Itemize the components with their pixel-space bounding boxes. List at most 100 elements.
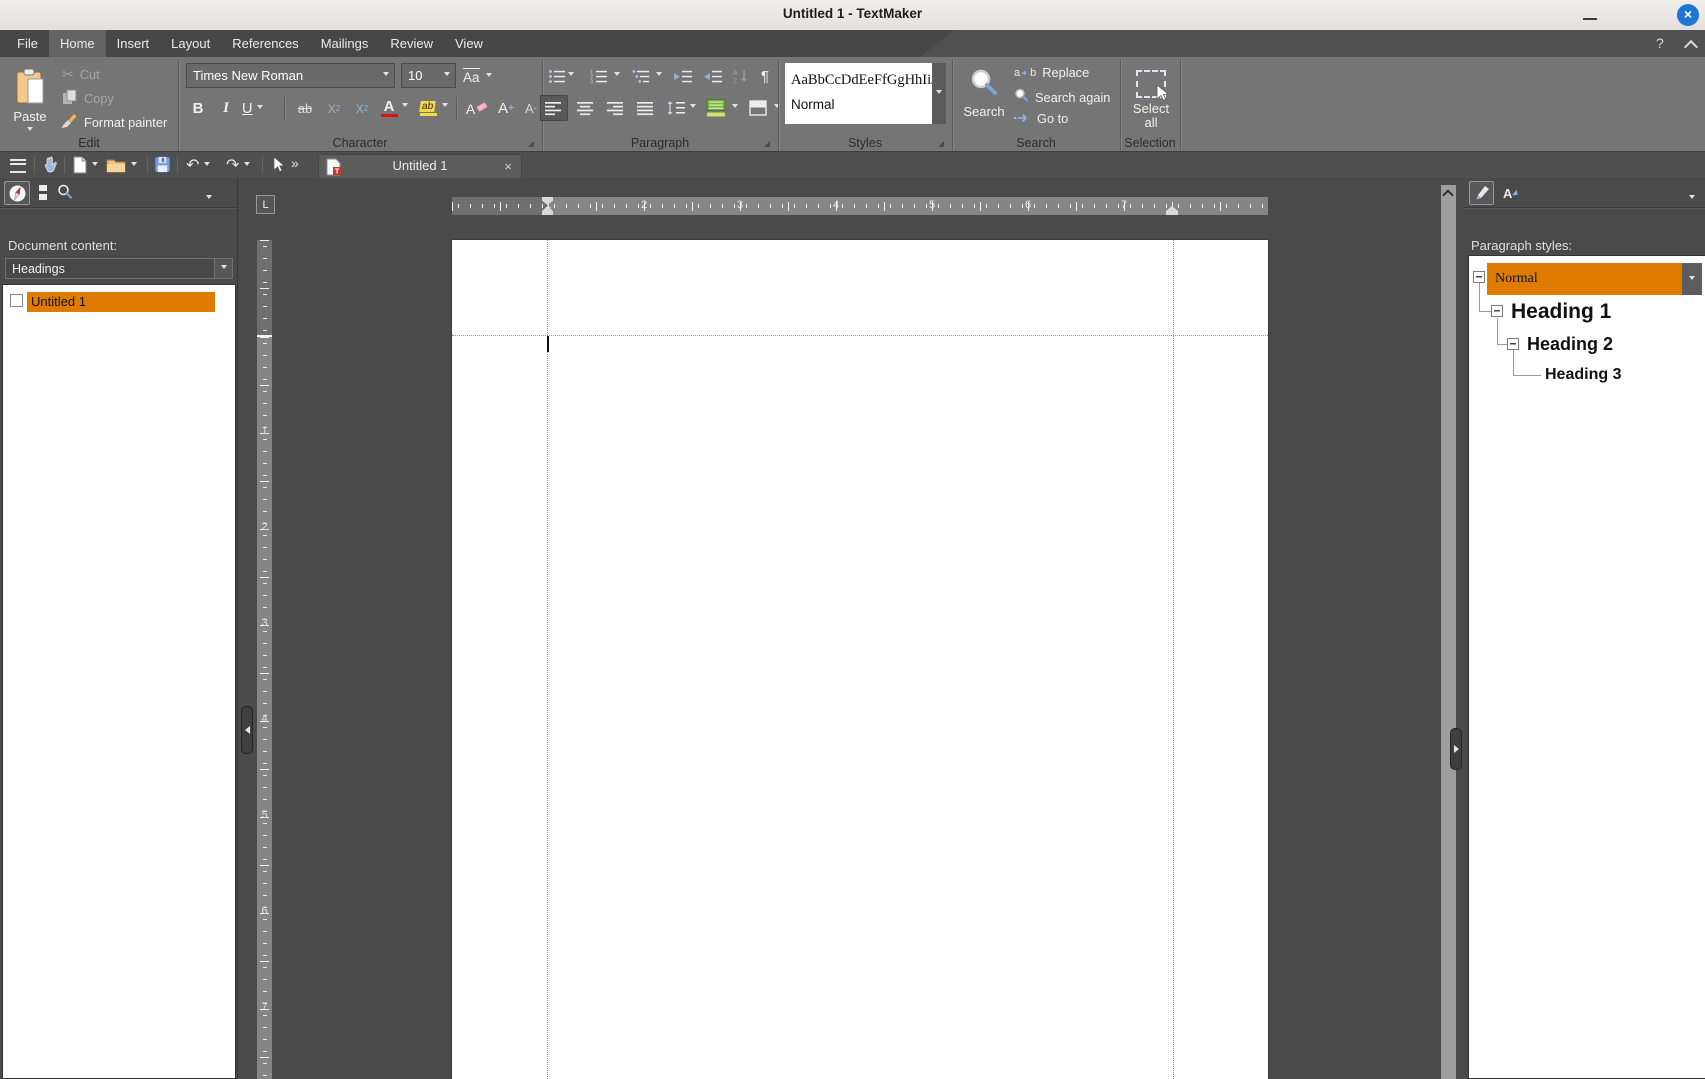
redo-button[interactable]: ↷ [226, 155, 250, 175]
content-list-item-selected[interactable]: Untitled 1 [27, 292, 215, 312]
style-item-normal[interactable]: Normal [1487, 263, 1682, 295]
styles-panel-options-caret[interactable] [1689, 190, 1695, 205]
touch-mode-button[interactable] [42, 156, 58, 174]
numbered-list-caret[interactable] [614, 72, 620, 79]
line-spacing-caret[interactable] [690, 104, 696, 111]
style-preview-box[interactable]: AaBbCcDdEeFfGgHhIiJj Normal [785, 63, 932, 124]
help-icon[interactable]: ? [1656, 35, 1664, 51]
item-checkbox[interactable] [10, 294, 23, 307]
superscript-button[interactable]: X2 [350, 96, 374, 121]
style-item-heading1[interactable]: Heading 1 [1511, 300, 1611, 324]
tab-view[interactable]: View [444, 30, 494, 57]
bullet-list-button[interactable] [547, 64, 567, 88]
line-spacing-button[interactable] [664, 95, 688, 121]
right-panel-collapse-handle[interactable] [1450, 728, 1462, 770]
replace-button[interactable]: a b Replace [1014, 65, 1089, 80]
grow-font-button[interactable]: A + [494, 96, 518, 121]
style-item-caret[interactable] [1682, 263, 1702, 295]
format-painter-button[interactable]: Format painter [60, 112, 167, 132]
redo-caret[interactable] [244, 162, 250, 169]
strikethrough-button[interactable]: ab [292, 96, 318, 121]
highlight-caret[interactable] [442, 103, 448, 110]
paragraph-styles-tab-button[interactable] [1469, 181, 1494, 205]
styles-dialog-launcher[interactable] [938, 141, 944, 147]
underline-caret[interactable] [257, 105, 263, 112]
highlight-button[interactable]: ab [416, 96, 440, 121]
tab-review[interactable]: Review [379, 30, 444, 57]
tree-collapse-box[interactable] [1473, 271, 1485, 283]
bold-button[interactable]: B [186, 96, 210, 121]
change-case-button[interactable]: Aa [463, 65, 492, 87]
align-center-button[interactable] [572, 95, 600, 121]
sidebar-pages-button[interactable] [37, 184, 50, 204]
character-styles-tab-button[interactable]: A [1499, 181, 1523, 205]
tree-collapse-box[interactable] [1491, 305, 1503, 317]
multilevel-list-caret[interactable] [656, 72, 662, 79]
paste-button[interactable]: Paste [6, 61, 54, 141]
tab-insert[interactable]: Insert [106, 30, 161, 57]
style-item-heading2[interactable]: Heading 2 [1527, 334, 1613, 355]
search-again-button[interactable]: Search again [1014, 88, 1110, 106]
undo-caret[interactable] [204, 162, 210, 169]
document-page[interactable] [452, 240, 1268, 1079]
clear-formatting-button[interactable]: A [464, 96, 490, 121]
show-paragraph-marks-button[interactable]: ¶ [757, 64, 773, 88]
font-name-caret[interactable] [378, 72, 394, 79]
cut-button[interactable]: ✂ Cut [62, 66, 100, 83]
close-button[interactable]: × [1677, 4, 1699, 26]
sidebar-search-button[interactable] [57, 184, 73, 203]
new-document-caret[interactable] [92, 162, 98, 169]
new-document-button[interactable] [72, 156, 98, 174]
increase-indent-button[interactable] [671, 64, 695, 88]
font-size-combo[interactable]: 10 [401, 63, 456, 88]
copy-button[interactable]: Copy [62, 89, 114, 108]
vertical-ruler[interactable]: 1 2 3 4 5 6 7 [257, 240, 272, 1079]
font-color-button[interactable]: A [378, 96, 400, 121]
document-tab[interactable]: T Untitled 1 × [318, 154, 522, 178]
select-all-button[interactable]: Select all [1124, 62, 1178, 138]
save-button[interactable] [154, 156, 171, 173]
minimize-button[interactable] [1583, 18, 1597, 20]
underline-button[interactable]: U [242, 96, 263, 121]
content-filter-combo[interactable]: Headings [5, 258, 233, 279]
undo-button[interactable]: ↶ [186, 155, 210, 175]
object-mode-button[interactable] [271, 156, 285, 173]
search-button[interactable]: Search [956, 62, 1012, 124]
font-color-caret[interactable] [402, 103, 408, 110]
goto-button[interactable]: Go to [1014, 111, 1068, 126]
paragraph-dialog-launcher[interactable] [764, 141, 770, 147]
bullet-list-caret[interactable] [568, 72, 574, 79]
justify-button[interactable] [632, 95, 660, 121]
numbered-list-button[interactable]: 123 [588, 64, 610, 88]
tab-layout[interactable]: Layout [160, 30, 221, 57]
style-item-heading3[interactable]: Heading 3 [1545, 366, 1621, 384]
character-dialog-launcher[interactable] [528, 141, 534, 147]
open-caret[interactable] [131, 162, 137, 169]
open-button[interactable] [106, 157, 137, 173]
horizontal-ruler[interactable]: 1 2 3 4 5 6 7 [452, 197, 1268, 215]
sidebar-navigator-button[interactable] [4, 181, 30, 205]
tab-file[interactable]: File [6, 30, 49, 57]
tab-references[interactable]: References [221, 30, 309, 57]
main-menu-button[interactable] [10, 159, 26, 173]
tab-close-icon[interactable]: × [504, 159, 512, 174]
sort-button[interactable]: AZ [731, 64, 751, 88]
font-name-combo[interactable]: Times New Roman [186, 63, 395, 88]
tree-collapse-box[interactable] [1507, 338, 1519, 350]
shading-caret[interactable] [732, 104, 738, 111]
italic-button[interactable]: I [214, 96, 238, 121]
tab-mailings[interactable]: Mailings [310, 30, 380, 57]
borders-button[interactable] [746, 95, 770, 121]
tab-stop-selector[interactable]: L [256, 195, 275, 214]
vertical-scrollbar[interactable] [1441, 185, 1456, 1079]
content-filter-caret[interactable] [214, 259, 232, 278]
align-left-button[interactable] [540, 95, 568, 121]
shrink-font-button[interactable]: A - [520, 96, 542, 121]
left-panel-collapse-handle[interactable] [241, 706, 253, 754]
tab-home[interactable]: Home [49, 30, 106, 57]
align-right-button[interactable] [602, 95, 630, 121]
shading-button[interactable] [704, 95, 728, 121]
font-size-caret[interactable] [439, 72, 455, 79]
borders-caret[interactable] [774, 104, 780, 111]
style-gallery-caret[interactable] [932, 63, 946, 124]
